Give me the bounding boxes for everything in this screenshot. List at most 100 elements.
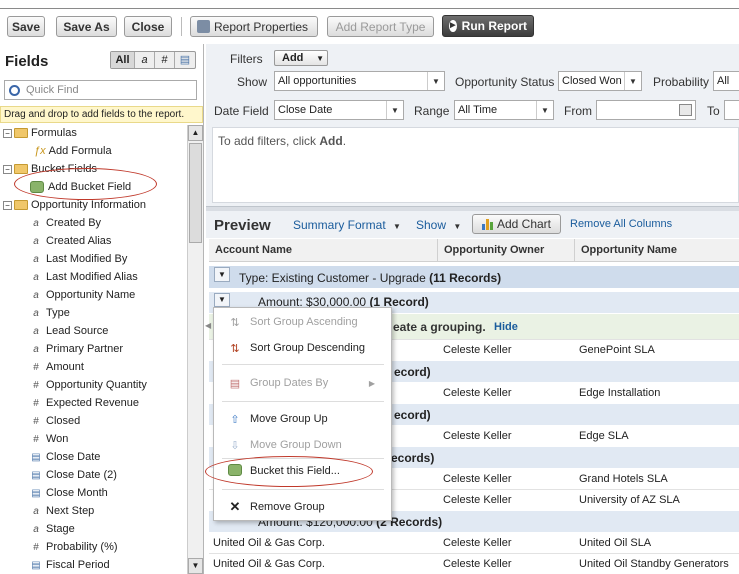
text-field-icon: a [33, 325, 39, 337]
sort-descending-icon: ⇅ [230, 342, 240, 355]
tree-item-field[interactable]: a Stage [0, 520, 186, 538]
number-field-icon: # [33, 415, 39, 427]
group-menu-toggle-icon[interactable]: ▼ [214, 293, 230, 307]
filter-all-button[interactable]: All [111, 52, 135, 68]
run-icon: ▶ [449, 20, 457, 32]
range-select[interactable]: All Time ▼ [454, 100, 554, 120]
save-as-button[interactable]: Save As [56, 16, 117, 37]
menu-item-label: Sort Group Ascending [250, 316, 358, 328]
tree-item-field[interactable]: a Created Alias [0, 232, 186, 250]
group-type-label: Type: Existing Customer - Upgrade (11 Re… [239, 271, 501, 285]
fields-title: Fields [5, 53, 49, 70]
tree-item-field[interactable]: a Type [0, 304, 186, 322]
tree-item-field[interactable]: # Won [0, 430, 186, 448]
tree-item-field[interactable]: # Probability (%) [0, 538, 186, 556]
quick-find-input[interactable]: Quick Find [4, 80, 197, 100]
arrow-down-icon: ⇩ [230, 439, 240, 452]
group-context-menu: ⇅ Sort Group Ascending ⇅ Sort Group Desc… [213, 307, 392, 521]
tree-item-field[interactable]: a Last Modified By [0, 250, 186, 268]
opportunity-status-value: Closed Won [562, 75, 622, 87]
chevron-down-icon: ▼ [624, 72, 641, 90]
bar-chart-icon [481, 218, 493, 230]
summary-format-dropdown[interactable]: Summary Format ▼ [293, 218, 401, 232]
menu-pointer-icon: ◀ [205, 321, 212, 330]
tree-item-label: Add Formula [48, 145, 112, 157]
tree-item-field[interactable]: ▤ Close Month [0, 484, 186, 502]
row-opportunity: GenePoint SLA [579, 344, 655, 356]
text-field-icon: a [33, 505, 39, 517]
tree-item-field[interactable]: a Primary Partner [0, 340, 186, 358]
menu-item-move-up[interactable]: ⇧ Move Group Up [214, 408, 391, 430]
filter-date-button[interactable]: ▤ [175, 52, 195, 68]
menu-item-move-down[interactable]: ⇩ Move Group Down [214, 434, 391, 456]
tree-item-label: Opportunity Name [46, 289, 136, 301]
summary-format-label: Summary Format [293, 218, 386, 232]
tree-scrollbar[interactable]: ▲ ▼ [187, 125, 203, 574]
report-properties-button[interactable]: Report Properties [190, 16, 318, 37]
tree-item-field[interactable]: # Opportunity Quantity [0, 376, 186, 394]
menu-item-remove-group[interactable]: ✕ Remove Group [214, 496, 391, 518]
add-chart-label: Add Chart [496, 217, 552, 231]
tree-item-field[interactable]: a Opportunity Name [0, 286, 186, 304]
menu-item-group-dates-by[interactable]: ▤ Group Dates By ▶ [214, 372, 391, 394]
opportunity-status-select[interactable]: Closed Won ▼ [558, 71, 642, 91]
remove-all-columns-link[interactable]: Remove All Columns [570, 218, 672, 230]
filters-hint-suffix: . [342, 134, 347, 148]
filter-text-button[interactable]: a [135, 52, 155, 68]
filter-number-button[interactable]: # [155, 52, 175, 68]
tree-item-field[interactable]: ▤ Close Date [0, 448, 186, 466]
chevron-down-icon: ▼ [427, 72, 444, 90]
hide-link[interactable]: Hide [494, 321, 518, 333]
tree-item-label: Last Modified Alias [46, 271, 138, 283]
group-collapse-icon[interactable]: ▼ [214, 267, 230, 282]
tree-item-field[interactable]: a Next Step [0, 502, 186, 520]
row-opportunity: Grand Hotels SLA [579, 473, 668, 485]
tree-item-add-formula[interactable]: ƒx Add Formula [0, 142, 186, 160]
probability-value: All [717, 75, 730, 87]
tree-item-field[interactable]: a Created By [0, 214, 186, 232]
add-chart-button[interactable]: Add Chart [472, 214, 561, 234]
top-border [0, 8, 739, 9]
show-select[interactable]: All opportunities ▼ [274, 71, 445, 91]
to-date-input[interactable] [724, 100, 739, 120]
tree-item-field[interactable]: a Last Modified Alias [0, 268, 186, 286]
menu-item-sort-ascending[interactable]: ⇅ Sort Group Ascending [214, 311, 391, 333]
column-header-account-name[interactable]: Account Name [215, 244, 292, 256]
tree-item-label: Lead Source [46, 325, 109, 337]
column-divider [574, 239, 575, 262]
column-header-opportunity-name[interactable]: Opportunity Name [581, 244, 677, 256]
show-dropdown[interactable]: Show ▼ [416, 218, 461, 232]
row-divider [209, 553, 739, 554]
tree-item-field[interactable]: a Lead Source [0, 322, 186, 340]
tree-item-field[interactable]: ▤ Close Date (2) [0, 466, 186, 484]
tree-item-field[interactable]: # Closed [0, 412, 186, 430]
filters-add-dropdown[interactable]: Add ▼ [274, 50, 328, 66]
tree-item-field[interactable]: # Amount [0, 358, 186, 376]
row-owner: Celeste Keller [443, 537, 512, 549]
close-icon: ✕ [229, 499, 241, 514]
date-field-select[interactable]: Close Date ▼ [274, 100, 404, 120]
close-button[interactable]: Close [124, 16, 172, 37]
column-header-opportunity-owner[interactable]: Opportunity Owner [444, 244, 544, 256]
probability-select[interactable]: All [713, 71, 739, 91]
scroll-thumb[interactable] [189, 143, 202, 243]
date-field-icon: ▤ [31, 469, 41, 481]
tree-item-field[interactable]: # Expected Revenue [0, 394, 186, 412]
row-opportunity: University of AZ SLA [579, 494, 680, 506]
tree-item-label: Next Step [46, 505, 95, 517]
tree-item-label: Close Month [46, 487, 108, 499]
tree-item-label: Expected Revenue [46, 397, 139, 409]
menu-item-sort-descending[interactable]: ⇅ Sort Group Descending [214, 337, 391, 359]
tree-folder-formulas[interactable]: − Formulas [0, 124, 186, 142]
run-report-button[interactable]: ▶ Run Report [442, 15, 534, 37]
from-date-input[interactable] [596, 100, 696, 120]
scroll-down-icon[interactable]: ▼ [188, 558, 203, 574]
chevron-down-icon: ▼ [386, 101, 403, 119]
row-owner: Celeste Keller [443, 494, 512, 506]
scroll-up-icon[interactable]: ▲ [188, 125, 203, 141]
save-button[interactable]: Save [7, 16, 45, 37]
row-account: United Oil & Gas Corp. [213, 537, 325, 549]
add-report-type-button[interactable]: Add Report Type [327, 16, 434, 37]
number-field-icon: # [33, 379, 39, 391]
tree-item-field[interactable]: ▤ Fiscal Period [0, 556, 186, 574]
